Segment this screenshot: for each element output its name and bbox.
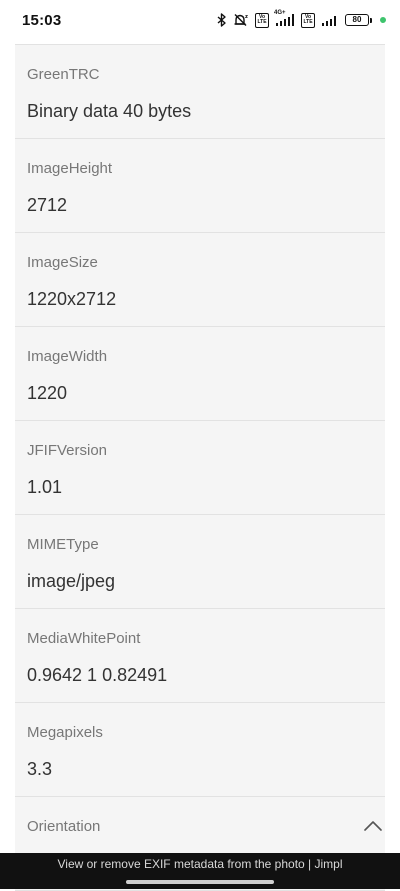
privacy-indicator-dot [380, 17, 386, 23]
signal-icon [321, 14, 339, 26]
scroll-to-top-button[interactable] [356, 806, 390, 846]
metadata-label: GreenTRC [27, 66, 100, 83]
network-type-label: 4G+ [274, 10, 286, 16]
metadata-label: MIMEType [27, 536, 99, 553]
metadata-label: ImageWidth [27, 348, 108, 365]
metadata-value: 0.9642 1 0.82491 [27, 665, 168, 685]
metadata-row: ImageWidth 1220 [15, 327, 385, 421]
silent-icon: z [233, 13, 249, 27]
metadata-value: 1220x2712 [27, 289, 117, 309]
metadata-value: 1220 [27, 383, 68, 403]
metadata-value: Binary data 40 bytes [27, 101, 192, 121]
signal-icon: 4G+ [274, 10, 295, 26]
metadata-row: ImageSize 1220x2712 [15, 233, 385, 327]
page-title: View or remove EXIF metadata from the ph… [57, 857, 343, 871]
metadata-list: GreenTRC Binary data 40 bytes ImageHeigh… [15, 45, 385, 891]
metadata-label: JFIFVersion [27, 442, 108, 459]
svg-text:z: z [245, 14, 248, 20]
status-time: 15:03 [22, 11, 62, 29]
metadata-label: ImageSize [27, 254, 98, 271]
status-bar: 15:03 z Vo LTE 4G+ Vo LTE 80 [0, 0, 400, 40]
metadata-row: Megapixels 3.3 [15, 703, 385, 797]
volte-icon: Vo LTE [301, 12, 315, 28]
battery-icon: 80 [345, 14, 372, 26]
chevron-up-icon [363, 820, 383, 832]
metadata-label: Megapixels [27, 724, 103, 741]
metadata-row: ImageHeight 2712 [15, 139, 385, 233]
metadata-value: image/jpeg [27, 571, 116, 591]
bluetooth-icon [217, 13, 227, 27]
metadata-label: Orientation [27, 818, 101, 835]
battery-level: 80 [345, 14, 369, 26]
volte-icon: Vo LTE [255, 12, 269, 28]
metadata-row: MIMEType image/jpeg [15, 515, 385, 609]
metadata-value: 3.3 [27, 759, 53, 779]
home-indicator[interactable] [126, 880, 274, 884]
metadata-value: 1.01 [27, 477, 63, 497]
status-icons: z Vo LTE 4G+ Vo LTE 80 [217, 10, 386, 30]
metadata-row: MediaWhitePoint 0.9642 1 0.82491 [15, 609, 385, 703]
metadata-row: JFIFVersion 1.01 [15, 421, 385, 515]
metadata-label: MediaWhitePoint [27, 630, 141, 647]
metadata-label: ImageHeight [27, 160, 113, 177]
bottom-bar: View or remove EXIF metadata from the ph… [0, 853, 400, 889]
metadata-value: 2712 [27, 195, 68, 215]
metadata-row: GreenTRC Binary data 40 bytes [15, 45, 385, 139]
